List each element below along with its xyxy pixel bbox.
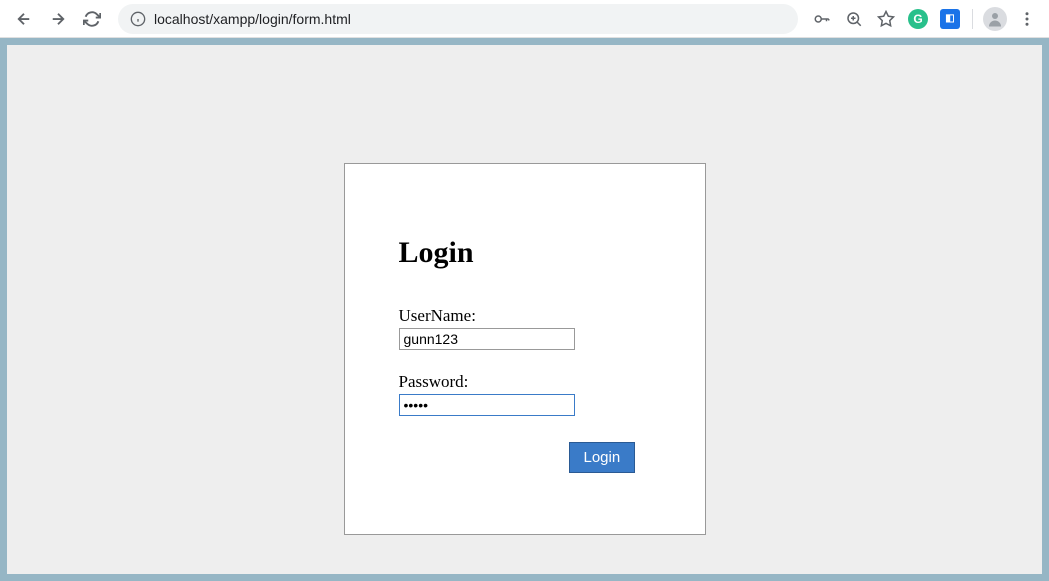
menu-button[interactable]: [1013, 5, 1041, 33]
arrow-left-icon: [15, 10, 33, 28]
bookmark-button[interactable]: [872, 5, 900, 33]
password-input[interactable]: [399, 394, 575, 416]
key-icon: [813, 10, 831, 28]
profile-button[interactable]: [981, 5, 1009, 33]
password-key-icon[interactable]: [808, 5, 836, 33]
url-text: localhost/xampp/login/form.html: [154, 11, 351, 27]
login-button[interactable]: Login: [569, 442, 636, 473]
back-button[interactable]: [8, 3, 40, 35]
extension-grammarly[interactable]: G: [904, 5, 932, 33]
avatar-icon: [983, 7, 1007, 31]
magnify-icon: [845, 10, 863, 28]
toolbar-divider: [972, 9, 973, 29]
forward-button[interactable]: [42, 3, 74, 35]
login-card: Login UserName: Password: Login: [344, 163, 706, 535]
extension-other[interactable]: ◧: [936, 5, 964, 33]
reload-button[interactable]: [76, 3, 108, 35]
extension-blue-icon: ◧: [940, 9, 960, 29]
login-button-wrap: Login: [569, 442, 651, 473]
info-icon: [130, 11, 146, 27]
address-bar[interactable]: localhost/xampp/login/form.html: [118, 4, 798, 34]
arrow-right-icon: [49, 10, 67, 28]
zoom-button[interactable]: [840, 5, 868, 33]
grammarly-icon: G: [908, 9, 928, 29]
dots-vertical-icon: [1018, 10, 1036, 28]
star-icon: [877, 10, 895, 28]
username-label: UserName:: [399, 306, 651, 326]
reload-icon: [83, 10, 101, 28]
page-content[interactable]: Login UserName: Password: Login: [7, 45, 1042, 574]
browser-viewport: Login UserName: Password: Login: [0, 38, 1049, 581]
password-label: Password:: [399, 372, 651, 392]
login-title: Login: [399, 236, 651, 270]
username-input[interactable]: [399, 328, 575, 350]
toolbar-right: G ◧: [808, 5, 1041, 33]
browser-toolbar: localhost/xampp/login/form.html G ◧: [0, 0, 1049, 38]
